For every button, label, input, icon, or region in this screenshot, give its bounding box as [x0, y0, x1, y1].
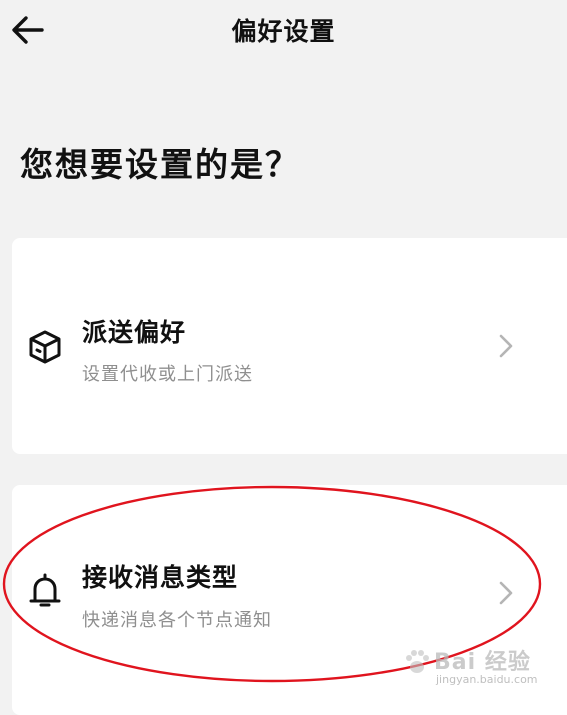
card-subtitle: 设置代收或上门派送 — [82, 364, 253, 385]
delivery-preference-card[interactable]: 派送偏好 设置代收或上门派送 — [12, 238, 567, 454]
card-title: 派送偏好 — [82, 318, 187, 347]
card-title: 接收消息类型 — [82, 563, 239, 592]
question-heading: 您想要设置的是？ — [20, 145, 300, 184]
package-box-icon — [26, 328, 64, 366]
bell-icon — [26, 572, 64, 610]
chevron-right-icon — [494, 579, 518, 607]
chevron-right-icon — [494, 332, 518, 360]
header: 偏好设置 — [0, 0, 567, 58]
message-type-card[interactable]: 接收消息类型 快递消息各个节点通知 — [12, 485, 567, 715]
page-title: 偏好设置 — [231, 17, 336, 46]
card-subtitle: 快递消息各个节点通知 — [82, 610, 272, 631]
